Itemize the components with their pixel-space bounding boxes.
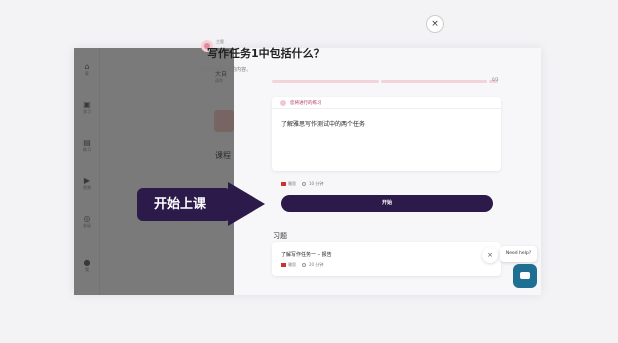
close-button[interactable]: ×	[426, 15, 444, 33]
lesson-level: 雅思	[288, 181, 296, 186]
modal-backdrop[interactable]	[74, 48, 234, 295]
flag-icon	[281, 182, 286, 186]
lesson-duration: 10 分钟	[309, 181, 324, 186]
topic-description: 了解写作任务1的内容。	[198, 67, 252, 73]
help-dismiss-button[interactable]: ×	[482, 247, 498, 263]
clock-icon	[302, 263, 306, 267]
recommend-icon	[280, 100, 286, 106]
background-app: ⌂ 家 ▣ 学习 ▤ 练习 ▶ 视频 ◎ 发现 ● 我	[74, 48, 234, 295]
progress-count: 0/3	[492, 77, 499, 82]
lesson-title: 了解雅思写作测试中的两个任务	[281, 121, 366, 128]
help-bubble[interactable]: Need help?	[500, 246, 537, 262]
exercise-title: 了解写作任务一 – 报告	[281, 252, 332, 258]
flag-icon	[281, 263, 286, 267]
chat-icon[interactable]	[513, 264, 537, 288]
exercise-level: 雅思	[288, 262, 296, 267]
page-title: 写作任务1中包括什么？	[207, 47, 325, 60]
exercise-duration: 20 分钟	[309, 262, 324, 267]
clock-icon	[302, 182, 306, 186]
start-lesson-callout: 开始上课	[137, 188, 231, 221]
progress-segment-1	[272, 80, 379, 83]
exercise-card[interactable]	[272, 242, 501, 276]
recommend-label: 您将进行的练习	[290, 101, 322, 106]
progress-segment-2	[381, 80, 487, 83]
callout-arrow-icon	[228, 182, 265, 226]
exercise-section-title: 习题	[273, 232, 287, 240]
start-button[interactable]: 开始	[281, 195, 493, 212]
